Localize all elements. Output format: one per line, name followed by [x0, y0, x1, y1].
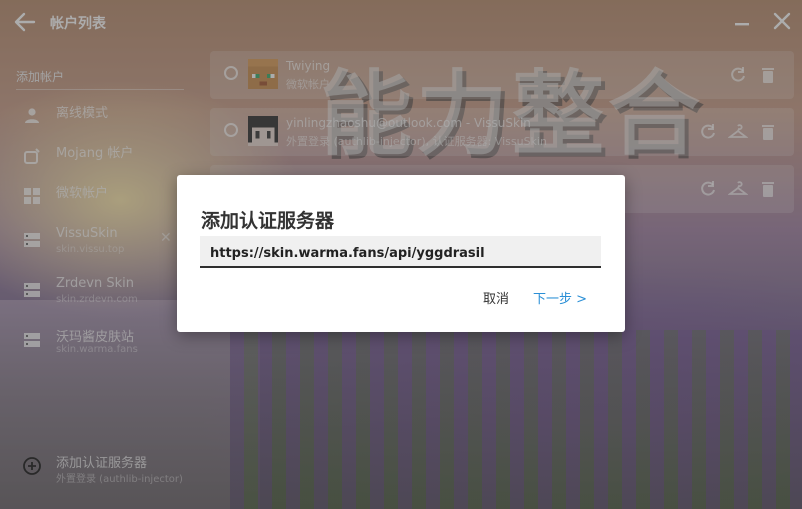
dialog-title: 添加认证服务器: [201, 210, 335, 232]
server-url-input[interactable]: [200, 236, 601, 268]
cancel-button[interactable]: 取消: [483, 288, 509, 307]
add-auth-server-dialog: 添加认证服务器 取消 下一步 >: [177, 175, 625, 332]
next-step-button[interactable]: 下一步 >: [533, 288, 587, 307]
